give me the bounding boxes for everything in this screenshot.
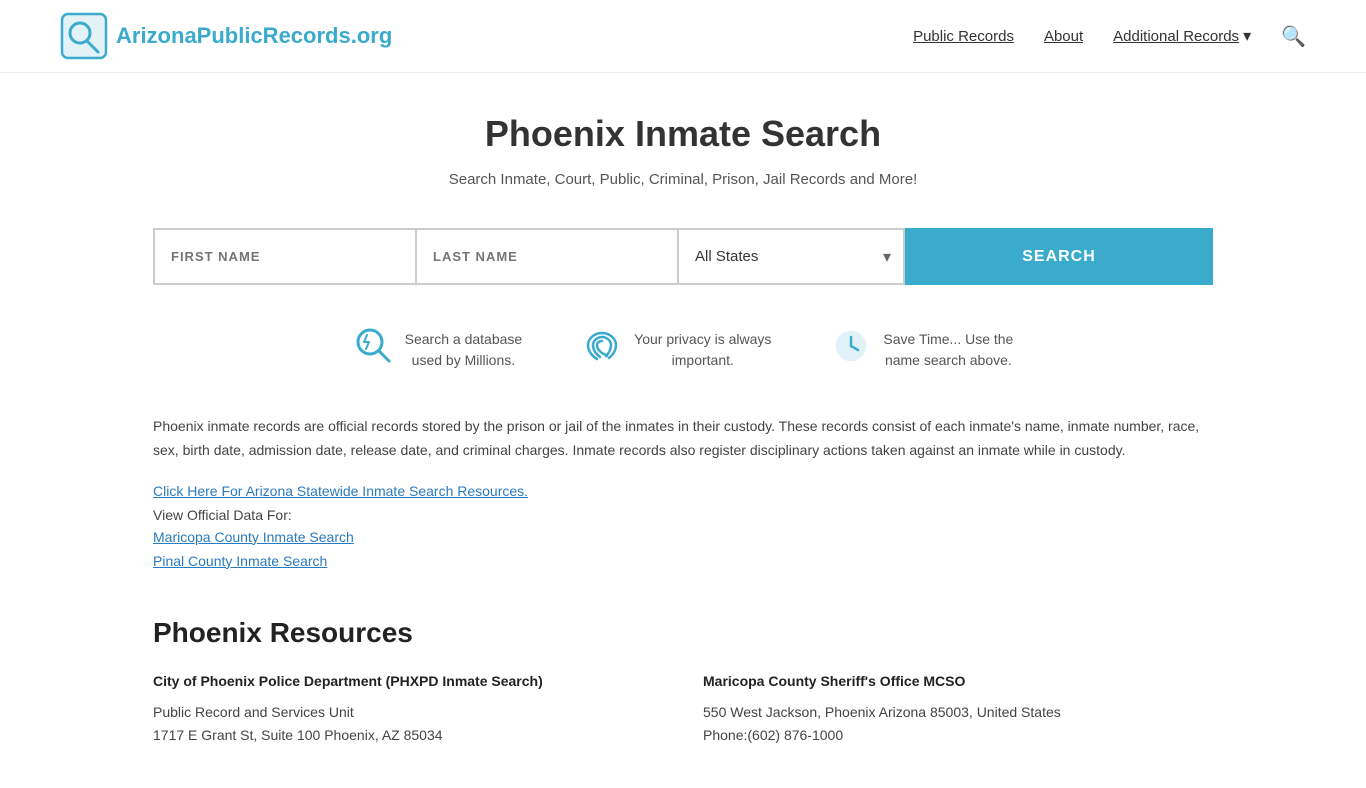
state-select[interactable]: All States Alabama Alaska Arizona Califo… bbox=[677, 228, 905, 285]
search-button[interactable]: SEARCH bbox=[905, 228, 1213, 285]
maricopa-county-link[interactable]: Maricopa County Inmate Search bbox=[153, 529, 354, 545]
resource-mcso: Maricopa County Sheriff's Office MCSO 55… bbox=[703, 673, 1213, 749]
fingerprint-icon bbox=[582, 325, 622, 375]
statewide-inmate-link[interactable]: Click Here For Arizona Statewide Inmate … bbox=[153, 483, 528, 499]
body-text: Phoenix inmate records are official reco… bbox=[153, 415, 1213, 463]
resource-phoenix-pd-line2: 1717 E Grant St, Suite 100 Phoenix, AZ 8… bbox=[153, 724, 663, 748]
nav-about[interactable]: About bbox=[1044, 28, 1083, 45]
resource-phoenix-pd: City of Phoenix Police Department (PHXPD… bbox=[153, 673, 663, 749]
links-section: Click Here For Arizona Statewide Inmate … bbox=[153, 483, 1213, 577]
features-row: Search a databaseused by Millions. Your … bbox=[153, 325, 1213, 375]
header-search-icon[interactable]: 🔍 bbox=[1281, 24, 1306, 49]
main-nav: Public Records About Additional Records … bbox=[913, 24, 1306, 49]
feature-save-time-text: Save Time... Use thename search above. bbox=[883, 329, 1013, 371]
resource-mcso-line2: Phone:(602) 876-1000 bbox=[703, 724, 1213, 748]
page-subtitle: Search Inmate, Court, Public, Criminal, … bbox=[153, 171, 1213, 188]
resource-mcso-line1: 550 West Jackson, Phoenix Arizona 85003,… bbox=[703, 701, 1213, 725]
resources-title: Phoenix Resources bbox=[153, 617, 1213, 649]
state-select-wrapper[interactable]: All States Alabama Alaska Arizona Califo… bbox=[677, 228, 905, 285]
resource-phoenix-pd-line1: Public Record and Services Unit bbox=[153, 701, 663, 725]
feature-database-text: Search a databaseused by Millions. bbox=[405, 329, 523, 371]
view-official-label: View Official Data For: bbox=[153, 507, 1213, 523]
nav-additional-records-link[interactable]: Additional Records bbox=[1113, 28, 1239, 45]
search-lightning-icon bbox=[353, 325, 393, 375]
pinal-county-link[interactable]: Pinal County Inmate Search bbox=[153, 553, 327, 569]
first-name-input[interactable] bbox=[153, 228, 415, 285]
feature-save-time: Save Time... Use thename search above. bbox=[801, 325, 1043, 375]
feature-privacy: Your privacy is alwaysimportant. bbox=[552, 325, 801, 375]
nav-public-records[interactable]: Public Records bbox=[913, 28, 1014, 45]
last-name-input[interactable] bbox=[415, 228, 677, 285]
resource-mcso-name: Maricopa County Sheriff's Office MCSO bbox=[703, 673, 1213, 689]
search-form: All States Alabama Alaska Arizona Califo… bbox=[153, 228, 1213, 285]
chevron-down-icon: ▾ bbox=[1243, 26, 1251, 46]
resources-grid: City of Phoenix Police Department (PHXPD… bbox=[153, 673, 1213, 749]
clock-icon bbox=[831, 325, 871, 375]
resource-phoenix-pd-name: City of Phoenix Police Department (PHXPD… bbox=[153, 673, 663, 689]
logo-icon bbox=[60, 12, 108, 60]
page-title: Phoenix Inmate Search bbox=[153, 113, 1213, 155]
feature-privacy-text: Your privacy is alwaysimportant. bbox=[634, 329, 771, 371]
logo-area[interactable]: ArizonaPublicRecords.org bbox=[60, 12, 392, 60]
feature-database: Search a databaseused by Millions. bbox=[323, 325, 553, 375]
logo-text: ArizonaPublicRecords.org bbox=[116, 23, 392, 49]
nav-additional-records[interactable]: Additional Records ▾ bbox=[1113, 26, 1251, 46]
